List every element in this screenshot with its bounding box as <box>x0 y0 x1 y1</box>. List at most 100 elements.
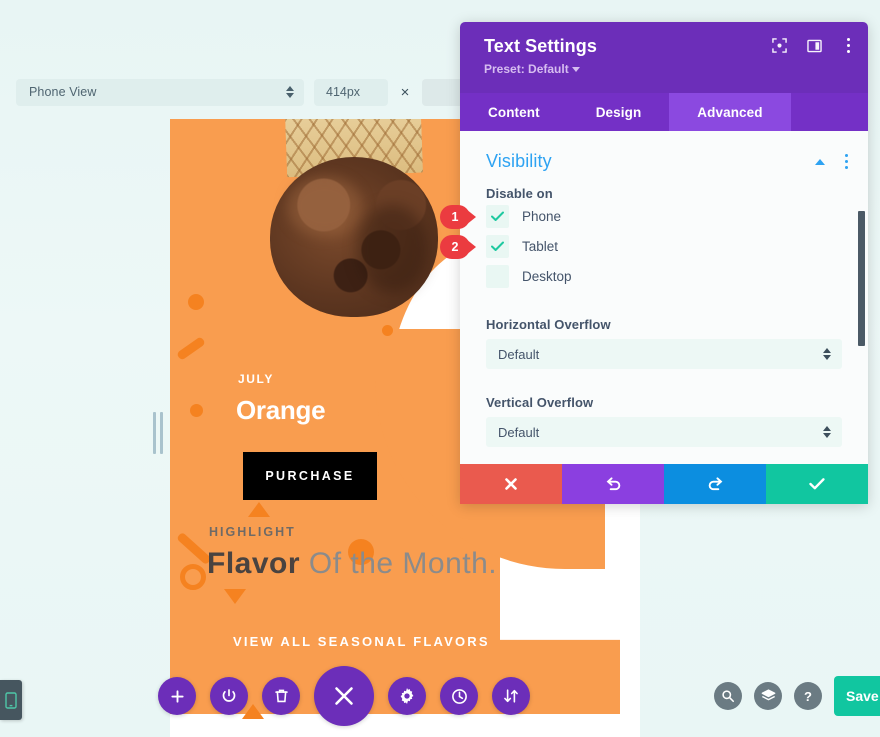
highlight-label: HIGHLIGHT <box>209 525 296 539</box>
responsive-toolbar: Phone View 414px × <box>0 78 520 106</box>
close-icon <box>335 687 353 705</box>
gear-icon <box>400 688 414 704</box>
checkbox-phone[interactable] <box>486 204 509 228</box>
cancel-button[interactable] <box>460 464 562 504</box>
modal-body: Visibility Disable on Phone Tablet Deskt… <box>460 131 868 464</box>
plus-icon <box>170 689 184 703</box>
history-button[interactable] <box>440 677 478 715</box>
view-all-flavors-button[interactable]: VIEW ALL SEASONAL FLAVORS <box>233 634 490 649</box>
focus-target-icon[interactable] <box>772 38 787 53</box>
clock-icon <box>451 688 467 704</box>
step-marker-1-number: 1 <box>451 210 459 224</box>
delete-button[interactable] <box>262 677 300 715</box>
kebab-menu-icon[interactable] <box>841 152 852 171</box>
layers-icon <box>761 689 775 701</box>
trash-icon <box>274 689 288 703</box>
decor-dot <box>190 404 203 417</box>
view-mode-value: Phone View <box>29 85 97 99</box>
chocolate-scoop <box>270 157 438 317</box>
split-panel-icon[interactable] <box>807 39 822 53</box>
kebab-menu-icon[interactable] <box>842 36 854 55</box>
layers-button[interactable] <box>754 682 782 710</box>
preview-resize-handle[interactable] <box>152 412 164 454</box>
chevron-up-icon[interactable] <box>815 158 825 165</box>
help-button[interactable]: ? <box>794 682 822 710</box>
modal-tabs: Content Design Advanced <box>460 93 868 131</box>
horizontal-overflow-label: Horizontal Overflow <box>486 317 611 332</box>
text-settings-modal: Text Settings Preset: Default Content De… <box>460 22 868 504</box>
toggle-builder-button[interactable] <box>210 677 248 715</box>
checkbox-row-phone[interactable]: Phone <box>460 201 868 231</box>
disable-on-label: Disable on <box>486 186 553 201</box>
decor-triangle <box>248 502 270 517</box>
tab-design[interactable]: Design <box>568 93 670 131</box>
decor-dot <box>382 325 393 336</box>
checkbox-row-desktop[interactable]: Desktop <box>460 261 868 291</box>
question-mark-icon: ? <box>804 688 812 704</box>
flavor-headline: Flavor Of the Month. <box>207 547 497 581</box>
search-button[interactable] <box>714 682 742 710</box>
dimension-separator: × <box>400 83 410 101</box>
preset-selector[interactable]: Preset: Default <box>484 62 852 76</box>
flavor-headline-rest: Of the Month. <box>300 547 498 580</box>
mobile-preview-tab[interactable] <box>0 680 22 720</box>
redo-button[interactable] <box>664 464 766 504</box>
ice-cream-cone-image <box>238 119 468 323</box>
modal-header-icons <box>772 36 854 55</box>
spinner-icon <box>823 347 831 361</box>
visibility-section-header[interactable]: Visibility <box>460 131 868 172</box>
checkbox-tablet[interactable] <box>486 234 509 258</box>
checkbox-label-desktop: Desktop <box>522 268 572 284</box>
decor-ring <box>180 564 206 590</box>
preset-label: Preset: Default <box>484 62 569 76</box>
undo-icon <box>606 476 620 490</box>
checkbox-label-phone: Phone <box>522 208 562 224</box>
check-icon <box>809 478 825 490</box>
builder-screen: Phone View 414px × JULY Orange PURCHASE … <box>0 0 880 737</box>
sort-arrows-icon <box>504 689 518 703</box>
power-icon <box>222 689 236 702</box>
undo-button[interactable] <box>562 464 664 504</box>
vertical-overflow-value: Default <box>498 424 540 440</box>
horizontal-overflow-value: Default <box>498 346 540 362</box>
modal-header: Text Settings Preset: Default <box>460 22 868 93</box>
decor-dot <box>188 294 204 310</box>
section-title: Visibility <box>486 151 552 171</box>
mobile-phone-icon <box>5 691 17 709</box>
horizontal-overflow-select[interactable]: Default <box>486 339 842 369</box>
checkbox-label-tablet: Tablet <box>522 238 559 254</box>
save-button[interactable] <box>766 464 868 504</box>
reorder-button[interactable] <box>492 677 530 715</box>
tab-content[interactable]: Content <box>460 93 568 131</box>
checkbox-row-tablet[interactable]: Tablet <box>460 231 868 261</box>
flavor-headline-bold: Flavor <box>207 547 301 580</box>
modal-action-bar <box>460 464 868 504</box>
spinner-icon <box>823 425 831 439</box>
vertical-overflow-label: Vertical Overflow <box>486 395 594 410</box>
step-marker-1: 1 <box>440 205 476 229</box>
search-icon <box>722 690 735 703</box>
add-module-button[interactable] <box>158 677 196 715</box>
modal-scrollbar[interactable] <box>858 211 865 346</box>
vertical-overflow-select[interactable]: Default <box>486 417 842 447</box>
redo-icon <box>708 476 722 490</box>
builder-bottom-bar <box>152 665 572 727</box>
chevron-down-icon <box>571 67 580 73</box>
builder-bottom-right: ? Save <box>714 665 880 727</box>
decor-triangle <box>224 589 246 604</box>
step-marker-2: 2 <box>440 235 476 259</box>
checkbox-desktop[interactable] <box>486 264 509 288</box>
close-icon <box>505 478 517 490</box>
view-mode-select[interactable]: Phone View <box>16 78 304 106</box>
viewport-width-input[interactable]: 414px <box>314 78 388 106</box>
preview-title: Orange <box>236 395 326 425</box>
purchase-button[interactable]: PURCHASE <box>243 452 377 500</box>
preview-subtitle: JULY <box>238 372 274 386</box>
page-save-button[interactable]: Save <box>834 676 880 716</box>
tab-advanced[interactable]: Advanced <box>669 93 791 131</box>
viewport-width-value: 414px <box>326 85 361 99</box>
settings-button[interactable] <box>388 677 426 715</box>
spinner-icon <box>286 85 294 99</box>
close-menu-button[interactable] <box>314 666 374 726</box>
step-marker-2-number: 2 <box>451 240 459 254</box>
